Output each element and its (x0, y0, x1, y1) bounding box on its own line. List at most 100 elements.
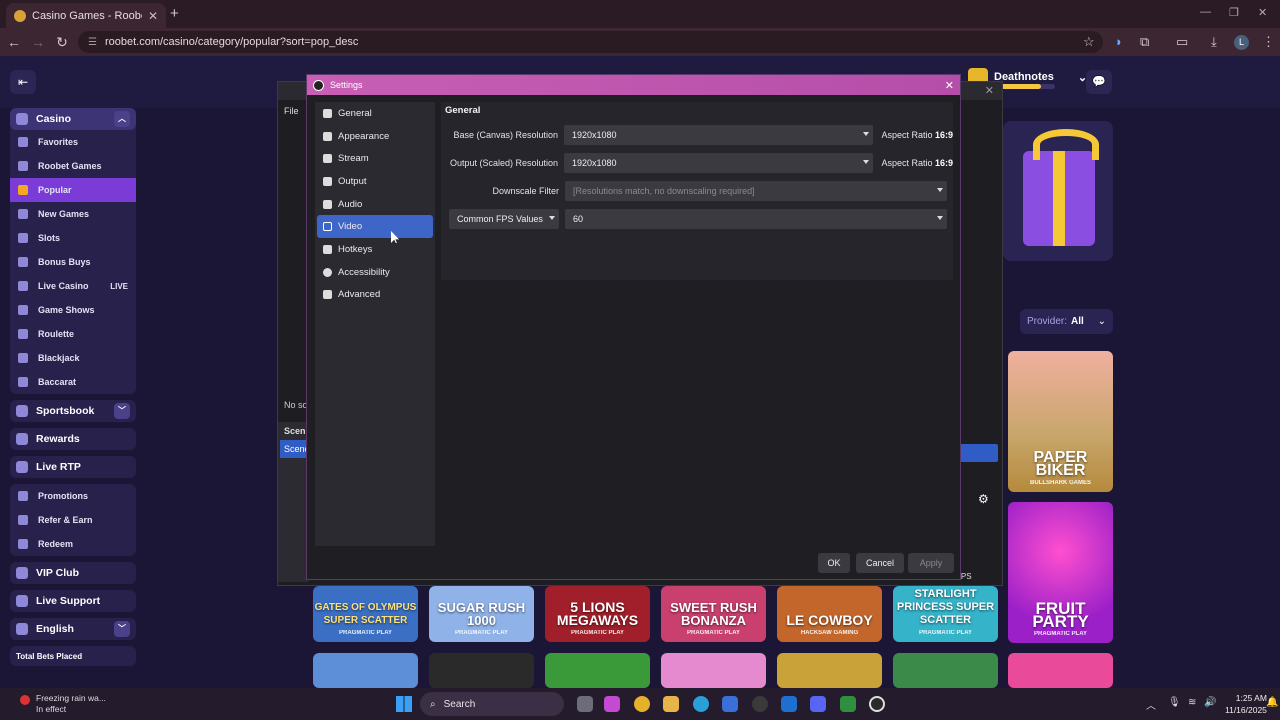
base-resolution-combo[interactable]: 1920x1080 (564, 125, 874, 145)
forward-icon[interactable]: → (26, 34, 50, 50)
outlook-icon[interactable] (781, 696, 797, 712)
chat-button[interactable]: 💬 (1086, 70, 1112, 94)
game-tile[interactable] (429, 653, 534, 688)
game-tile[interactable] (313, 653, 418, 688)
close-tab-icon[interactable]: ✕ (148, 9, 158, 23)
sidebar-item-roulette[interactable]: Roulette (10, 322, 136, 346)
nav-audio[interactable]: Audio (317, 193, 433, 216)
ok-button[interactable]: OK (818, 553, 850, 573)
game-tile[interactable]: FRUIT PARTY PRAGMATIC PLAY (1008, 502, 1113, 643)
sidebar-item-bonus-buys[interactable]: Bonus Buys (10, 250, 136, 274)
window-close-icon[interactable]: ✕ (1258, 6, 1267, 19)
nav-stream[interactable]: Stream (317, 147, 433, 170)
task-view-icon[interactable] (577, 696, 593, 712)
store-icon[interactable] (722, 696, 738, 712)
game-tile[interactable] (1008, 653, 1113, 688)
game-tile[interactable]: PAPER BIKER BULLSHARK GAMES (1008, 351, 1113, 492)
sidebar-item-popular[interactable]: Popular (10, 178, 136, 202)
nav-appearance[interactable]: Appearance (317, 125, 433, 148)
live-rtp-link[interactable]: Live RTP (10, 456, 136, 478)
xbox-icon[interactable] (752, 696, 768, 712)
profile-avatar[interactable]: L (1234, 35, 1249, 50)
casino-header[interactable]: Casino ︿ (10, 108, 136, 130)
game-tile[interactable] (545, 653, 650, 688)
restore-icon[interactable]: ❐ (1229, 6, 1239, 19)
sidebar-item-favorites[interactable]: Favorites (10, 130, 136, 154)
windows-start-icon[interactable] (396, 696, 412, 712)
game-tile[interactable]: LE COWBOY HACKSAW GAMING (777, 586, 882, 642)
sidebar-item-blackjack[interactable]: Blackjack (10, 346, 136, 370)
game-tile[interactable]: STARLIGHT PRINCESS SUPER SCATTER PRAGMATI… (893, 586, 998, 642)
rewards-link[interactable]: Rewards (10, 428, 136, 450)
close-icon[interactable]: ✕ (945, 79, 954, 92)
nav-video[interactable]: Video (317, 215, 433, 239)
downscale-combo[interactable]: [Resolutions match, no downscaling requi… (565, 181, 947, 201)
fps-value-combo[interactable]: 60 (565, 209, 947, 229)
collapse-sidebar-button[interactable]: ⇤ (10, 70, 36, 94)
sidebar-item-roobet-games[interactable]: Roobet Games (10, 154, 136, 178)
sportsbook-header[interactable]: Sportsbook ﹀ (10, 400, 136, 422)
game-tile[interactable]: SUGAR RUSH 1000 PRAGMATIC PLAY (429, 586, 534, 642)
nav-advanced[interactable]: Advanced (317, 284, 433, 307)
sidebar-toggle-icon[interactable]: ▭ (1176, 34, 1188, 50)
obs-gear-icon[interactable]: ⚙ (978, 492, 989, 506)
fps-type-combo[interactable]: Common FPS Values (449, 209, 559, 229)
provider-filter[interactable]: Provider: All ⌄ (1020, 309, 1113, 334)
copilot-icon[interactable] (604, 696, 620, 712)
extension-icon[interactable]: ◗ (1115, 34, 1123, 49)
taskbar-search[interactable]: ⌕ Search (420, 692, 564, 716)
sidebar-item-new-games[interactable]: New Games (10, 202, 136, 226)
nav-general[interactable]: General (317, 102, 433, 125)
game-tile[interactable]: SWEET RUSH BONANZA PRAGMATIC PLAY (661, 586, 766, 642)
chevron-down-icon[interactable]: ﹀ (114, 621, 130, 637)
chevron-up-icon[interactable]: ︿ (114, 111, 130, 127)
sidebar-item-redeem[interactable]: Redeem (10, 532, 136, 556)
support-link[interactable]: Live Support (10, 590, 136, 612)
weather-widget[interactable]: Freezing rain wa... In effect (20, 693, 106, 715)
vip-link[interactable]: VIP Club (10, 562, 136, 584)
bookmark-star-icon[interactable]: ☆ (1083, 34, 1095, 50)
obs-scene-item[interactable]: Scene (280, 440, 310, 458)
rewards-promo-card[interactable] (1003, 121, 1113, 261)
sidebar-item-slots[interactable]: Slots (10, 226, 136, 250)
sidebar-item-promotions[interactable]: Promotions (10, 484, 136, 508)
tray-chevron-icon[interactable]: ︿ (1146, 697, 1156, 712)
file-explorer-icon[interactable] (663, 696, 679, 712)
wifi-icon[interactable]: ≋ (1188, 697, 1196, 708)
nav-accessibility[interactable]: Accessibility (317, 261, 433, 284)
obs-control-button[interactable] (960, 444, 998, 462)
microphone-icon[interactable]: 🎙 (1168, 697, 1181, 708)
download-icon[interactable]: ⤓ (1211, 34, 1217, 50)
back-icon[interactable]: ← (2, 34, 26, 50)
obs-menu-file[interactable]: File (284, 106, 299, 116)
game-tile[interactable] (777, 653, 882, 688)
notification-bell-icon[interactable]: 🔔 (1266, 697, 1278, 708)
discord-icon[interactable] (810, 696, 826, 712)
menu-kebab-icon[interactable]: ⋮ (1262, 34, 1275, 50)
url-field[interactable]: ☰ roobet.com/casino/category/popular?sor… (78, 31, 1103, 53)
game-tile[interactable]: GATES OF OLYMPUS SUPER SCATTER PRAGMATIC … (313, 586, 418, 642)
app-icon[interactable] (840, 696, 856, 712)
game-tile[interactable]: 5 LIONS MEGAWAYS PRAGMATIC PLAY (545, 586, 650, 642)
nav-hotkeys[interactable]: Hotkeys (317, 238, 433, 261)
extensions-puzzle-icon[interactable]: ⧉ (1140, 34, 1149, 50)
sidebar-item-baccarat[interactable]: Baccarat (10, 370, 136, 394)
obs-taskbar-icon[interactable] (869, 696, 885, 712)
browser-tab[interactable]: Casino Games - Roobet Crypto ✕ (6, 3, 166, 28)
volume-icon[interactable]: 🔊 (1204, 697, 1216, 708)
sidebar-item-refer[interactable]: Refer & Earn (10, 508, 136, 532)
chrome-icon[interactable] (634, 696, 650, 712)
minimize-icon[interactable]: — (1200, 6, 1211, 18)
chevron-down-icon[interactable]: ﹀ (114, 403, 130, 419)
reload-icon[interactable]: ↻ (50, 34, 74, 51)
language-selector[interactable]: English ﹀ (10, 618, 136, 640)
game-tile[interactable] (893, 653, 998, 688)
cancel-button[interactable]: Cancel (856, 553, 904, 573)
edge-icon[interactable] (693, 696, 709, 712)
site-info-icon[interactable]: ☰ (88, 37, 97, 48)
sidebar-item-live-casino[interactable]: Live Casino LIVE (10, 274, 136, 298)
new-tab-icon[interactable]: + (170, 5, 179, 22)
taskbar-clock[interactable]: 1:25 AM 11/16/2025 (1225, 692, 1267, 716)
sidebar-item-game-shows[interactable]: Game Shows (10, 298, 136, 322)
obs-close-icon[interactable]: ✕ (985, 84, 994, 97)
